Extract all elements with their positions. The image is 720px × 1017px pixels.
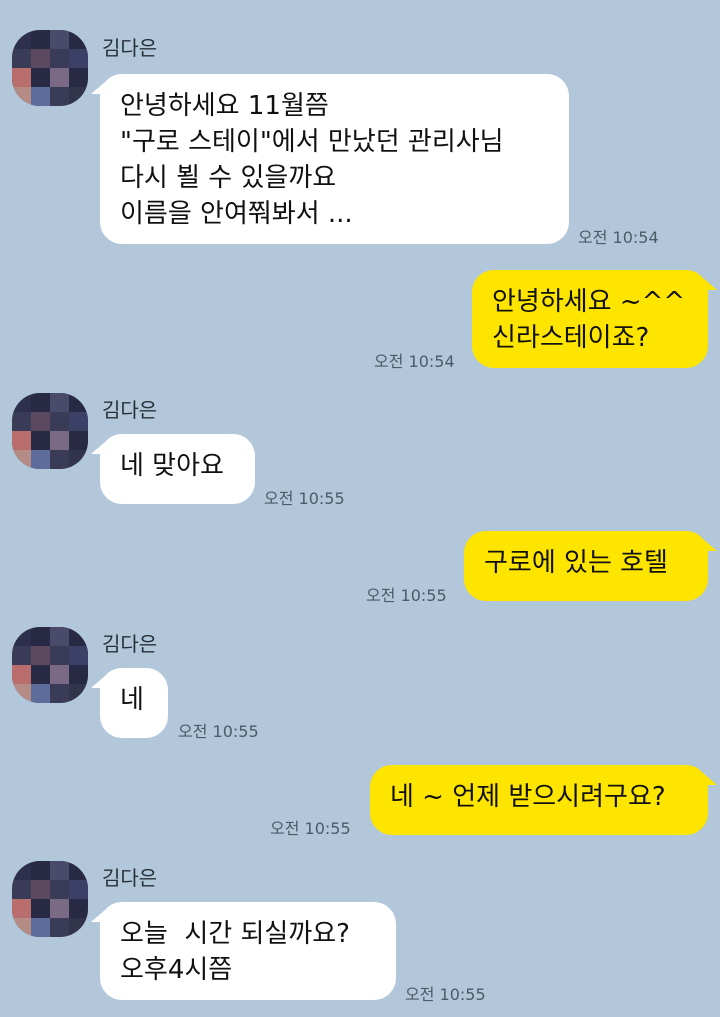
message-line: 오후4시쯤 [120, 955, 233, 985]
message-line: 안녕하세요 ~^^ [492, 287, 686, 317]
message-line: 네 ~ 언제 받으시려구요? [390, 782, 666, 812]
sender-avatar[interactable] [12, 627, 88, 703]
message-line: 네 [120, 685, 144, 715]
sender-avatar[interactable] [12, 30, 88, 106]
message-bubble-outgoing[interactable]: 네 ~ 언제 받으시려구요? [370, 765, 717, 835]
message-timestamp: 오전 10:54 [578, 228, 659, 247]
sender-avatar[interactable] [12, 393, 88, 469]
message-line: 이름을 안여쭤봐서 ... [120, 199, 353, 229]
message-line: 네 맞아요 [120, 451, 224, 481]
message-bubble-incoming[interactable]: 안녕하세요 11월쯤 "구로 스테이"에서 만났던 관리사님 다시 뵐 수 있을… [91, 74, 569, 244]
sender-name: 김다은 [102, 36, 158, 60]
message-timestamp: 오전 10:55 [264, 489, 345, 508]
message-line: 오늘 시간 되실까요? [120, 919, 350, 949]
message-timestamp: 오전 10:55 [405, 985, 486, 1004]
message-timestamp: 오전 10:55 [178, 722, 259, 741]
message-bubble-incoming[interactable]: 네 맞아요 [91, 434, 255, 504]
message-line: 신라스테이죠? [492, 323, 650, 353]
message-line: 안녕하세요 11월쯤 [120, 91, 329, 121]
message-bubble-outgoing[interactable]: 안녕하세요 ~^^ 신라스테이죠? [472, 270, 717, 368]
sender-name: 김다은 [102, 866, 158, 890]
message-timestamp: 오전 10:55 [270, 819, 351, 838]
message-line: "구로 스테이"에서 만났던 관리사님 [120, 127, 504, 157]
message-line: 구로에 있는 호텔 [484, 548, 668, 578]
sender-name: 김다은 [102, 632, 158, 656]
message-timestamp: 오전 10:54 [374, 352, 455, 371]
message-bubble-incoming[interactable]: 오늘 시간 되실까요? 오후4시쯤 [91, 902, 396, 1000]
sender-avatar[interactable] [12, 861, 88, 937]
sender-name: 김다은 [102, 398, 158, 422]
message-line: 다시 뵐 수 있을까요 [120, 163, 337, 193]
message-bubble-incoming[interactable]: 네 [91, 668, 168, 738]
message-bubble-outgoing[interactable]: 구로에 있는 호텔 [464, 531, 717, 601]
message-timestamp: 오전 10:55 [366, 586, 447, 605]
